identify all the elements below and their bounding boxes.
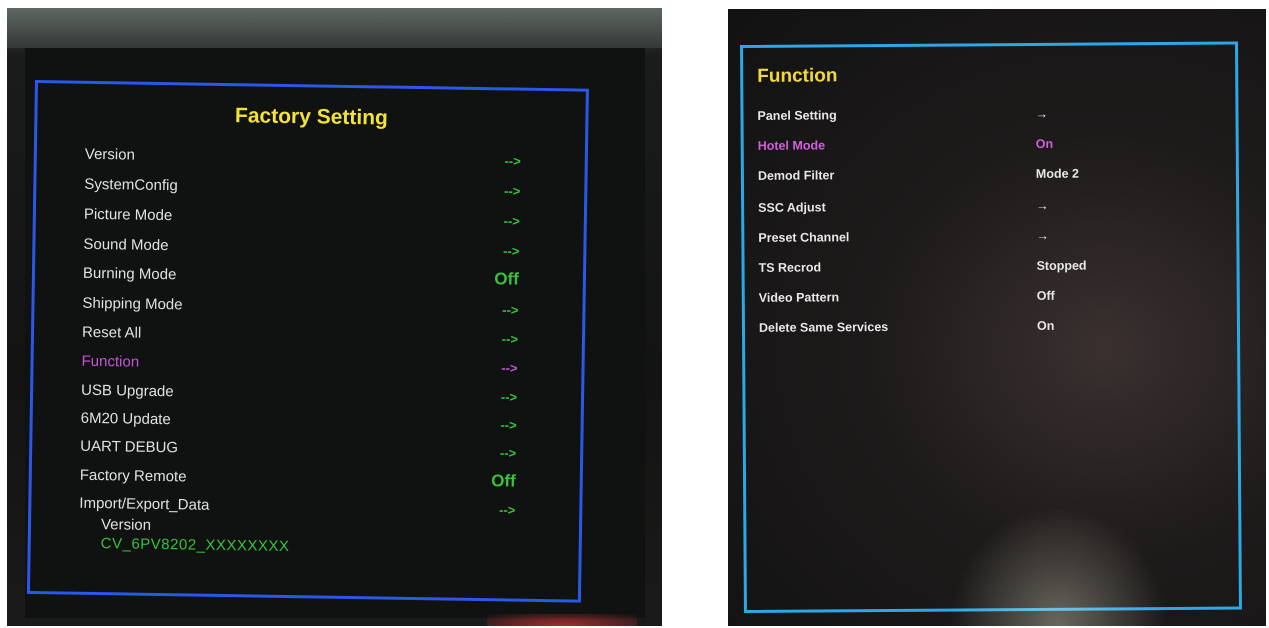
menu-item-shipping-mode[interactable]: Shipping Mode -->: [82, 291, 518, 322]
menu-item-picture-mode[interactable]: Picture Mode -->: [84, 202, 520, 233]
submenu-arrow-icon: →: [1035, 106, 1049, 121]
menu-item-value: Off: [491, 471, 516, 491]
menu-item-label: UART DEBUG: [80, 437, 179, 456]
submenu-arrow-icon: -->: [503, 182, 521, 199]
firmware-version-value: CV_6PV8202_XXXXXXXX: [100, 535, 290, 556]
submenu-arrow-icon: -->: [501, 330, 519, 347]
function-menu-photo: Function Panel Setting → Hotel Mode On D…: [728, 9, 1266, 626]
menu-item-label: Video Pattern: [758, 290, 840, 305]
menu-item-value: Mode 2: [1035, 166, 1080, 181]
menu-item-value: Stopped: [1036, 258, 1087, 273]
menu-item-value: On: [1036, 318, 1055, 333]
menu-item-label: Preset Channel: [758, 230, 850, 245]
tv-bezel: [7, 8, 662, 48]
menu-item-systemconfig[interactable]: SystemConfig -->: [84, 172, 520, 203]
menu-item-label: Reset All: [81, 323, 142, 342]
menu-item-label: Sound Mode: [83, 235, 169, 254]
firmware-version-block: Version CV_6PV8202_XXXXXXXX: [101, 516, 290, 555]
menu-item-ts-recrod[interactable]: TS Recrod Stopped: [758, 255, 1228, 280]
function-title: Function: [757, 65, 838, 87]
submenu-arrow-icon: →: [1036, 198, 1049, 213]
menu-item-value: On: [1035, 136, 1054, 151]
submenu-arrow-icon: -->: [502, 301, 519, 318]
menu-item-panel-setting[interactable]: Panel Setting →: [757, 103, 1227, 128]
menu-item-usb-upgrade[interactable]: USB Upgrade -->: [81, 378, 517, 409]
menu-item-value: Off: [1036, 288, 1055, 303]
menu-item-label: USB Upgrade: [81, 381, 174, 400]
menu-item-label: Factory Remote: [79, 466, 187, 485]
menu-item-video-pattern[interactable]: Video Pattern Off: [759, 285, 1229, 310]
screen-glare: [487, 614, 637, 626]
menu-item-label: Panel Setting: [757, 108, 837, 123]
menu-item-hotel-mode[interactable]: Hotel Mode On: [758, 133, 1228, 158]
menu-item-reset-all[interactable]: Reset All -->: [82, 320, 518, 351]
factory-setting-title: Factory Setting: [234, 104, 389, 130]
menu-item-label: Version: [84, 145, 136, 164]
menu-item-preset-channel[interactable]: Preset Channel →: [758, 225, 1228, 250]
menu-item-label: Import/Export_Data: [79, 494, 210, 514]
menu-item-value: Off: [494, 269, 520, 289]
submenu-arrow-icon: →: [1036, 228, 1049, 243]
menu-item-version[interactable]: Version -->: [85, 142, 521, 173]
menu-item-delete-same-services[interactable]: Delete Same Services On: [759, 315, 1229, 340]
menu-item-ssc-adjust[interactable]: SSC Adjust →: [758, 195, 1228, 220]
menu-item-burning-mode[interactable]: Burning Mode Off: [83, 261, 519, 292]
menu-item-label: SystemConfig: [84, 175, 178, 194]
menu-item-label: TS Recrod: [758, 260, 822, 275]
menu-item-label: Delete Same Services: [758, 319, 889, 335]
menu-item-label: Function: [81, 352, 140, 371]
menu-item-uart-debug[interactable]: UART DEBUG -->: [80, 434, 516, 465]
factory-setting-menu: Factory Setting Version --> SystemConfig…: [26, 80, 589, 603]
menu-item-label: Shipping Mode: [82, 294, 183, 313]
menu-item-demod-filter[interactable]: Demod Filter Mode 2: [758, 163, 1228, 188]
menu-item-label: SSC Adjust: [758, 200, 826, 215]
submenu-arrow-icon: -->: [503, 242, 520, 259]
submenu-arrow-icon: -->: [500, 388, 518, 405]
menu-item-factory-remote[interactable]: Factory Remote Off: [80, 463, 516, 494]
factory-setting-photo: Factory Setting Version --> SystemConfig…: [7, 8, 662, 626]
menu-item-label: 6M20 Update: [80, 409, 171, 428]
menu-item-label: Burning Mode: [82, 264, 177, 283]
menu-item-label: Hotel Mode: [757, 138, 826, 153]
submenu-arrow-icon: -->: [499, 444, 517, 461]
firmware-version-label: Version: [100, 516, 152, 534]
submenu-arrow-icon: -->: [504, 152, 521, 169]
menu-item-label: Picture Mode: [83, 205, 173, 224]
submenu-arrow-icon: -->: [501, 359, 518, 376]
menu-item-label: Demod Filter: [757, 168, 835, 183]
submenu-arrow-icon: -->: [498, 501, 516, 518]
menu-item-sound-mode[interactable]: Sound Mode -->: [83, 232, 519, 263]
submenu-arrow-icon: -->: [500, 416, 517, 433]
menu-item-6m20-update[interactable]: 6M20 Update -->: [81, 406, 517, 437]
screen-glare: [948, 506, 1168, 626]
submenu-arrow-icon: -->: [503, 212, 520, 229]
menu-item-function[interactable]: Function -->: [81, 349, 517, 380]
